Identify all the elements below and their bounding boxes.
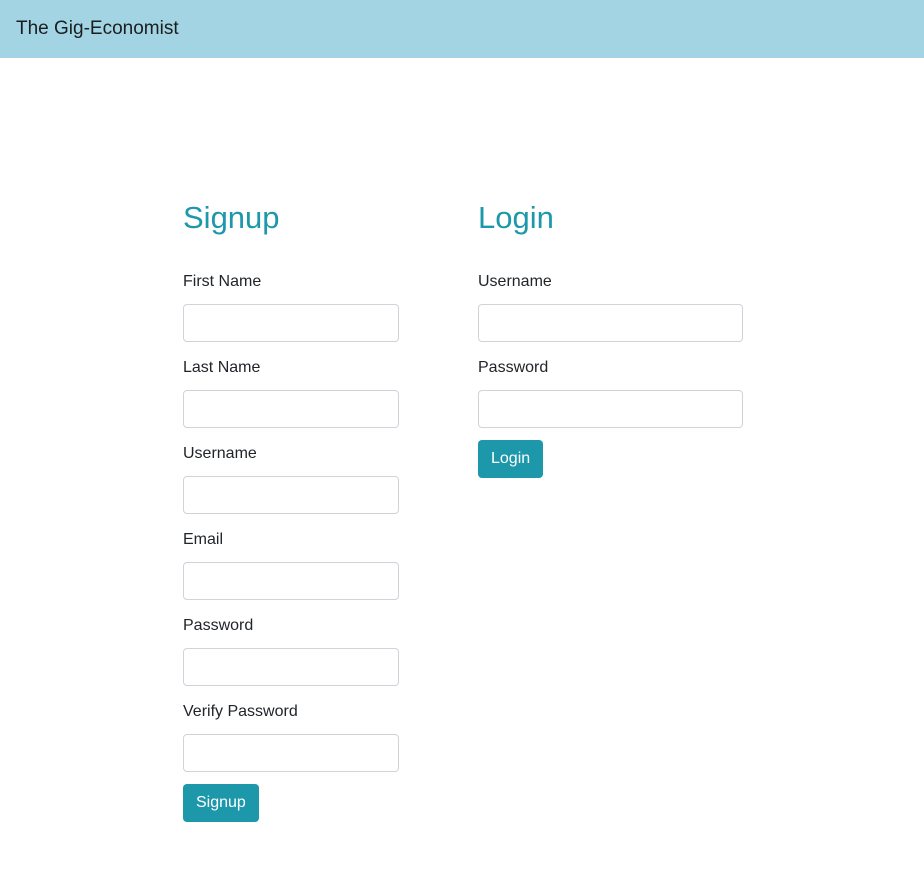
first-name-group: First Name (183, 272, 399, 342)
signup-form: Signup First Name Last Name Username Ema… (183, 198, 399, 822)
last-name-group: Last Name (183, 358, 399, 428)
login-button[interactable]: Login (478, 440, 544, 478)
verify-password-input[interactable] (183, 734, 399, 772)
email-label: Email (183, 531, 224, 548)
login-username-group: Username (478, 272, 743, 342)
last-name-label: Last Name (183, 359, 261, 376)
signup-password-label: Password (183, 617, 254, 634)
signup-password-group: Password (183, 616, 399, 686)
signup-username-input[interactable] (183, 476, 399, 514)
login-heading: Login (478, 200, 554, 235)
email-input[interactable] (183, 562, 399, 600)
signup-password-input[interactable] (183, 648, 399, 686)
first-name-label: First Name (183, 273, 262, 290)
verify-password-group: Verify Password (183, 702, 399, 772)
login-form: Login Username Password Login (478, 198, 743, 478)
email-group: Email (183, 530, 399, 600)
login-username-input[interactable] (478, 304, 743, 342)
login-username-label: Username (478, 273, 552, 290)
login-password-input[interactable] (478, 390, 743, 428)
login-password-label: Password (478, 359, 549, 376)
first-name-input[interactable] (183, 304, 399, 342)
signup-username-label: Username (183, 445, 257, 462)
navbar-brand[interactable]: The Gig-Economist (16, 17, 179, 41)
login-password-group: Password (478, 358, 743, 428)
signup-button[interactable]: Signup (183, 784, 259, 822)
navbar: The Gig-Economist (0, 0, 924, 58)
verify-password-label: Verify Password (183, 703, 298, 720)
signup-username-group: Username (183, 444, 399, 514)
signup-heading: Signup (183, 200, 280, 235)
last-name-input[interactable] (183, 390, 399, 428)
